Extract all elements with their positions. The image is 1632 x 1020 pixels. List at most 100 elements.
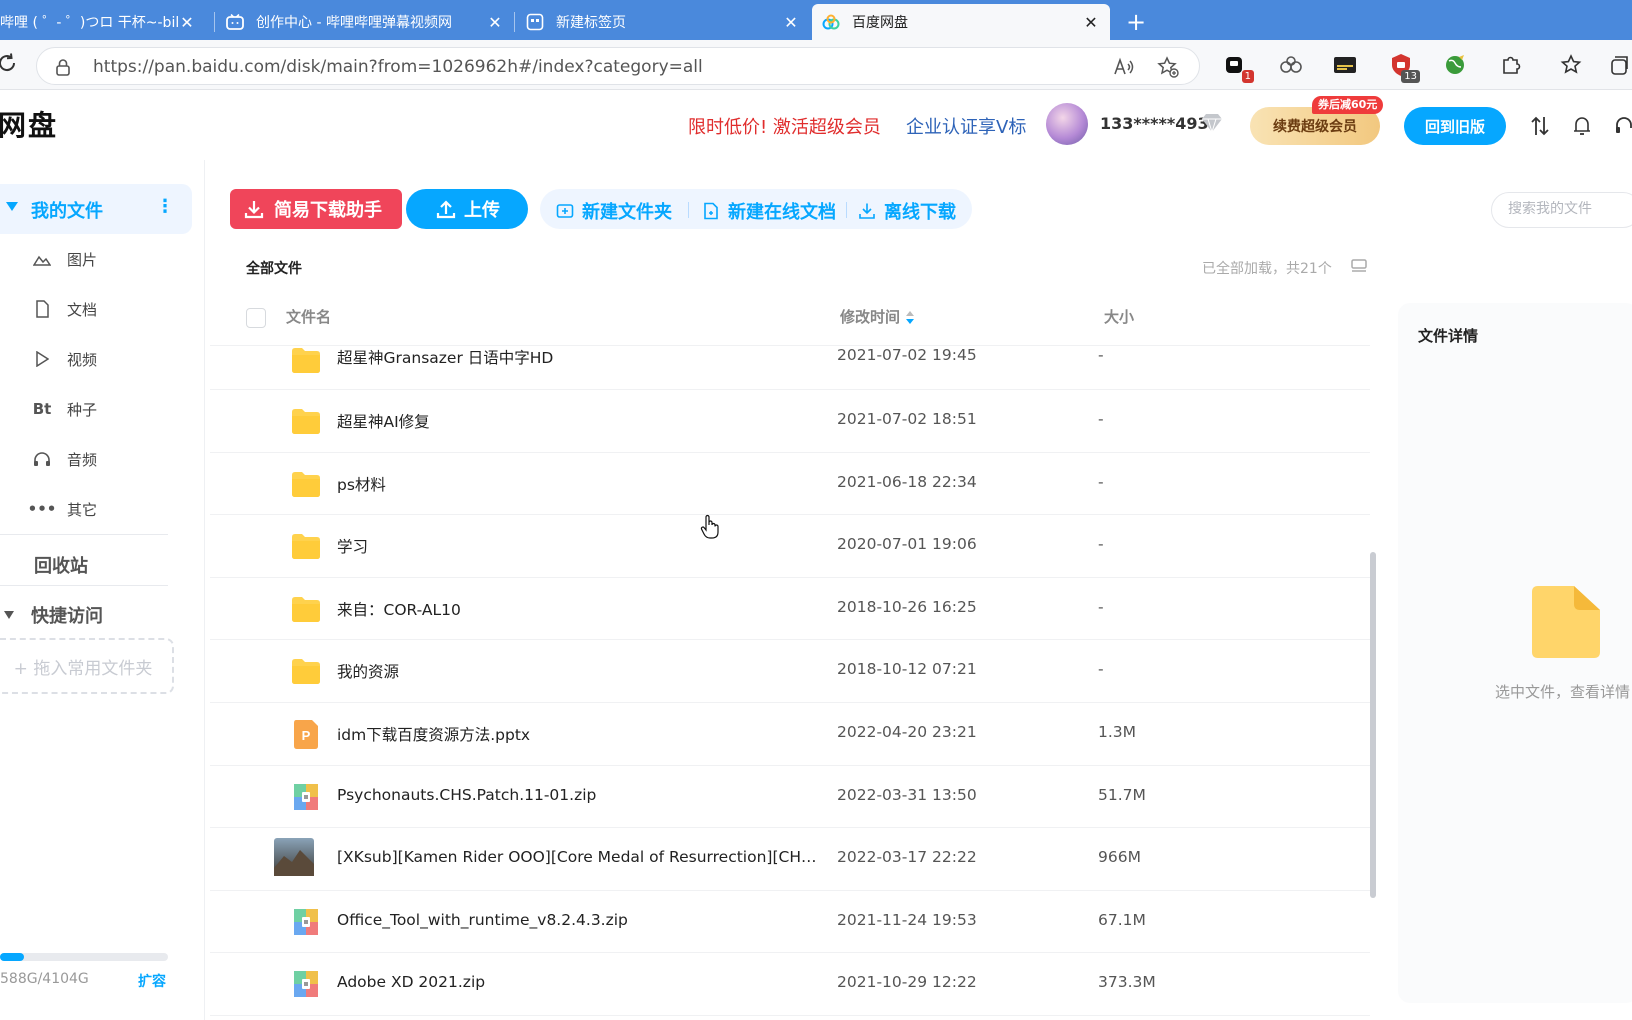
new-folder-icon xyxy=(556,204,574,218)
file-name[interactable]: Psychonauts.CHS.Patch.11-01.zip xyxy=(337,786,596,804)
extensions-puzzle-icon[interactable] xyxy=(1496,50,1526,80)
scrollbar[interactable] xyxy=(1370,552,1376,898)
close-icon[interactable]: ✕ xyxy=(1082,13,1100,32)
search-input[interactable] xyxy=(1508,201,1632,217)
offline-download-button[interactable]: 离线下载 xyxy=(858,198,956,224)
transfer-icon[interactable] xyxy=(1528,114,1552,138)
expand-storage-link[interactable]: 扩容 xyxy=(138,971,166,991)
file-name[interactable]: 学习 xyxy=(337,535,368,557)
file-modified-date: 2018-10-26 16:25 xyxy=(837,597,977,616)
avatar[interactable] xyxy=(1046,103,1088,145)
sidebar-item-torrents[interactable]: Bt 种子 xyxy=(0,389,192,429)
collections-icon[interactable] xyxy=(1604,50,1632,80)
column-header-size[interactable]: 大小 xyxy=(1104,306,1134,327)
sidebar-item-images[interactable]: 图片 xyxy=(0,239,192,279)
new-tab-button[interactable]: + xyxy=(1120,6,1152,38)
tab-new-tab[interactable]: 新建标签页 ✕ xyxy=(516,4,810,40)
table-row[interactable]: 超星神AI修复 2021-07-02 18:51 - xyxy=(210,390,1370,453)
reload-icon[interactable] xyxy=(0,52,18,74)
new-folder-button[interactable]: 新建文件夹 xyxy=(556,198,672,224)
file-name[interactable]: idm下载百度资源方法.pptx xyxy=(337,723,530,745)
button-label: 简易下载助手 xyxy=(274,200,382,221)
promo-link[interactable]: 限时低价! 激活超级会员 xyxy=(688,113,881,139)
column-header-name[interactable]: 文件名 xyxy=(286,306,331,327)
file-name[interactable]: Office_Tool_with_runtime_v8.2.4.3.zip xyxy=(337,911,628,929)
more-vertical-icon[interactable]: ⋮ xyxy=(156,196,174,217)
file-name[interactable]: Adobe XD 2021.zip xyxy=(337,973,485,991)
column-header-modified[interactable]: 修改时间 xyxy=(840,306,915,327)
upload-button[interactable]: 上传 xyxy=(406,189,528,229)
file-modified-date: 2021-07-02 18:51 xyxy=(837,410,977,428)
close-icon[interactable]: ✕ xyxy=(782,13,800,32)
sidebar-item-label: 种子 xyxy=(67,401,98,419)
file-modified-date: 2021-10-29 12:22 xyxy=(837,973,977,992)
tab-creator-center[interactable]: 创作中心 - 哔哩哔哩弹幕视频网 ✕ xyxy=(216,4,514,40)
select-all-checkbox[interactable] xyxy=(246,308,266,328)
sidebar-item-audio[interactable]: 音频 xyxy=(0,439,192,479)
table-row[interactable]: 来自：COR-AL10 2018-10-26 16:25 - xyxy=(210,578,1370,641)
extension-shield-icon[interactable]: 13 xyxy=(1386,50,1420,83)
sort-icon[interactable] xyxy=(906,310,915,325)
zip-file-icon xyxy=(288,966,324,1002)
sidebar-item-documents[interactable]: 文档 xyxy=(0,289,192,329)
headset-icon[interactable] xyxy=(1612,114,1632,138)
lock-icon[interactable] xyxy=(55,58,71,76)
button-label: 离线下载 xyxy=(884,202,956,223)
file-size: - xyxy=(1098,535,1104,554)
search-box[interactable] xyxy=(1491,192,1632,228)
app-logo[interactable]: 网盘 xyxy=(0,104,58,144)
quick-access-dropzone[interactable]: + 拖入常用文件夹 xyxy=(0,638,174,694)
hand-cursor-icon xyxy=(700,514,720,540)
favorites-icon[interactable] xyxy=(1556,50,1586,80)
table-row[interactable]: Pidm下载百度资源方法.pptx 2022-04-20 23:21 1.3M xyxy=(210,703,1370,766)
extension-terminal-icon[interactable] xyxy=(1330,50,1360,80)
close-icon[interactable]: ✕ xyxy=(486,13,504,32)
extension-globe-icon[interactable] xyxy=(1440,50,1470,80)
table-row[interactable]: 超星神Gransazer 日语中字HD 2021-07-02 19:45 - xyxy=(210,346,1370,390)
caret-down-icon[interactable] xyxy=(6,202,18,211)
table-row[interactable]: ps材料 2021-06-18 22:34 - xyxy=(210,453,1370,516)
caret-down-icon[interactable] xyxy=(4,611,14,619)
file-size: - xyxy=(1098,346,1104,364)
svg-text:P: P xyxy=(302,728,311,743)
url-field[interactable]: https://pan.baidu.com/disk/main?from=102… xyxy=(36,47,1200,85)
sidebar-item-videos[interactable]: 视频 xyxy=(0,339,192,379)
file-name[interactable]: 来自：COR-AL10 xyxy=(337,598,461,620)
read-aloud-icon[interactable] xyxy=(1113,56,1135,82)
add-favorite-icon[interactable] xyxy=(1157,56,1179,82)
extension-1-icon[interactable]: 1 xyxy=(1220,50,1254,83)
table-row[interactable]: 学习 2020-07-01 19:06 - xyxy=(210,515,1370,578)
storage-progress-fill xyxy=(0,953,25,961)
sidebar-item-my-files[interactable]: 我的文件 ⋮ xyxy=(0,184,192,234)
notification-bell-icon[interactable] xyxy=(1570,114,1594,138)
extension-game-icon[interactable] xyxy=(1276,50,1306,80)
back-to-old-version-button[interactable]: 回到旧版 xyxy=(1404,107,1506,145)
sidebar-item-quick-access[interactable]: 快捷访问 xyxy=(0,600,192,630)
new-online-doc-button[interactable]: 新建在线文档 xyxy=(702,198,836,224)
file-name[interactable]: 我的资源 xyxy=(337,660,399,682)
breadcrumb[interactable]: 全部文件 xyxy=(246,258,302,278)
table-row[interactable]: [XKsub][Kamen Rider OOO][Core Medal of R… xyxy=(210,828,1370,891)
table-row[interactable]: Psychonauts.CHS.Patch.11-01.zip 2022-03-3… xyxy=(210,766,1370,829)
file-name[interactable]: 超星神AI修复 xyxy=(337,410,430,432)
bilibili-tv-icon xyxy=(226,13,244,31)
view-mode-icon[interactable] xyxy=(1350,258,1368,274)
new-doc-icon xyxy=(704,202,718,220)
url-text[interactable]: https://pan.baidu.com/disk/main?from=102… xyxy=(93,57,703,77)
username[interactable]: 133*****493 xyxy=(1100,114,1209,133)
tab-bilibili[interactable]: 哔哩 ( ゜- ゜)つロ 干杯~-bili ✕ xyxy=(0,4,206,40)
file-name[interactable]: 超星神Gransazer 日语中字HD xyxy=(337,346,553,368)
enterprise-link[interactable]: 企业认证享V标 xyxy=(906,113,1026,139)
download-helper-button[interactable]: 简易下载助手 xyxy=(230,189,402,229)
close-icon[interactable]: ✕ xyxy=(178,13,196,32)
file-name[interactable]: ps材料 xyxy=(337,473,386,495)
file-name[interactable]: [XKsub][Kamen Rider OOO][Core Medal of R… xyxy=(337,848,817,866)
tab-baidu-netdisk[interactable]: 百度网盘 ✕ xyxy=(812,4,1110,40)
sidebar-item-recycle-bin[interactable]: 回收站 xyxy=(34,552,88,578)
table-row[interactable]: 我的资源 2018-10-12 07:21 - xyxy=(210,640,1370,703)
sidebar-item-other[interactable]: ••• 其它 xyxy=(0,489,192,529)
folder-icon xyxy=(288,528,324,564)
table-row[interactable]: Office_Tool_with_runtime_v8.2.4.3.zip 202… xyxy=(210,891,1370,954)
table-row[interactable]: Adobe XD 2021.zip 2021-10-29 12:22 373.3M xyxy=(210,953,1370,1016)
file-size: 67.1M xyxy=(1098,910,1146,929)
